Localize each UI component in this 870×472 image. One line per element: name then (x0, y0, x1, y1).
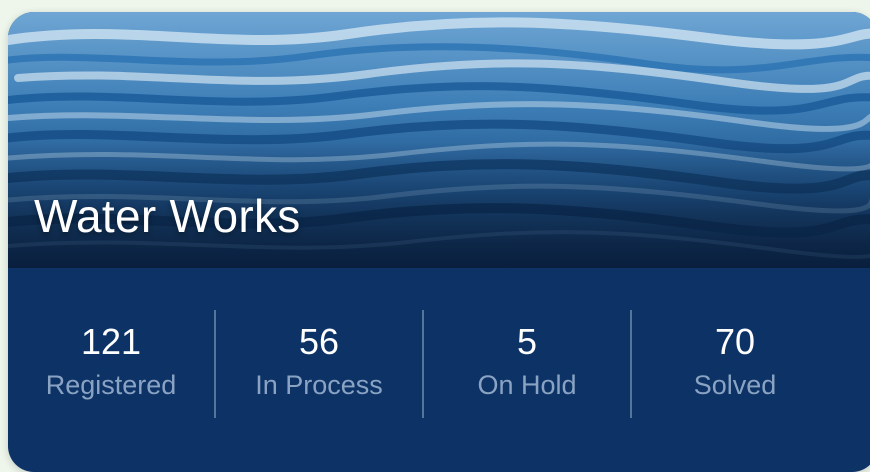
stat-solved[interactable]: 70 Solved (632, 268, 838, 401)
stat-label: On Hold (477, 370, 577, 400)
stat-value: 56 (298, 321, 340, 362)
department-card[interactable]: Water Works 121 Registered 56 In Process… (8, 12, 870, 472)
stat-registered[interactable]: 121 Registered (8, 268, 214, 401)
stat-label: Registered (45, 370, 177, 400)
stat-value: 121 (80, 321, 142, 362)
stat-in-process[interactable]: 56 In Process (216, 268, 422, 401)
stat-value: 5 (516, 321, 538, 362)
card-title: Water Works (34, 190, 301, 242)
stat-label: In Process (255, 370, 383, 400)
hero-image-ocean-waves: Water Works (8, 12, 870, 268)
stats-panel: 121 Registered 56 In Process 5 On Hold 7… (8, 268, 870, 458)
stat-on-hold[interactable]: 5 On Hold (424, 268, 630, 401)
stat-label: Solved (693, 370, 777, 400)
stat-value: 70 (714, 321, 756, 362)
